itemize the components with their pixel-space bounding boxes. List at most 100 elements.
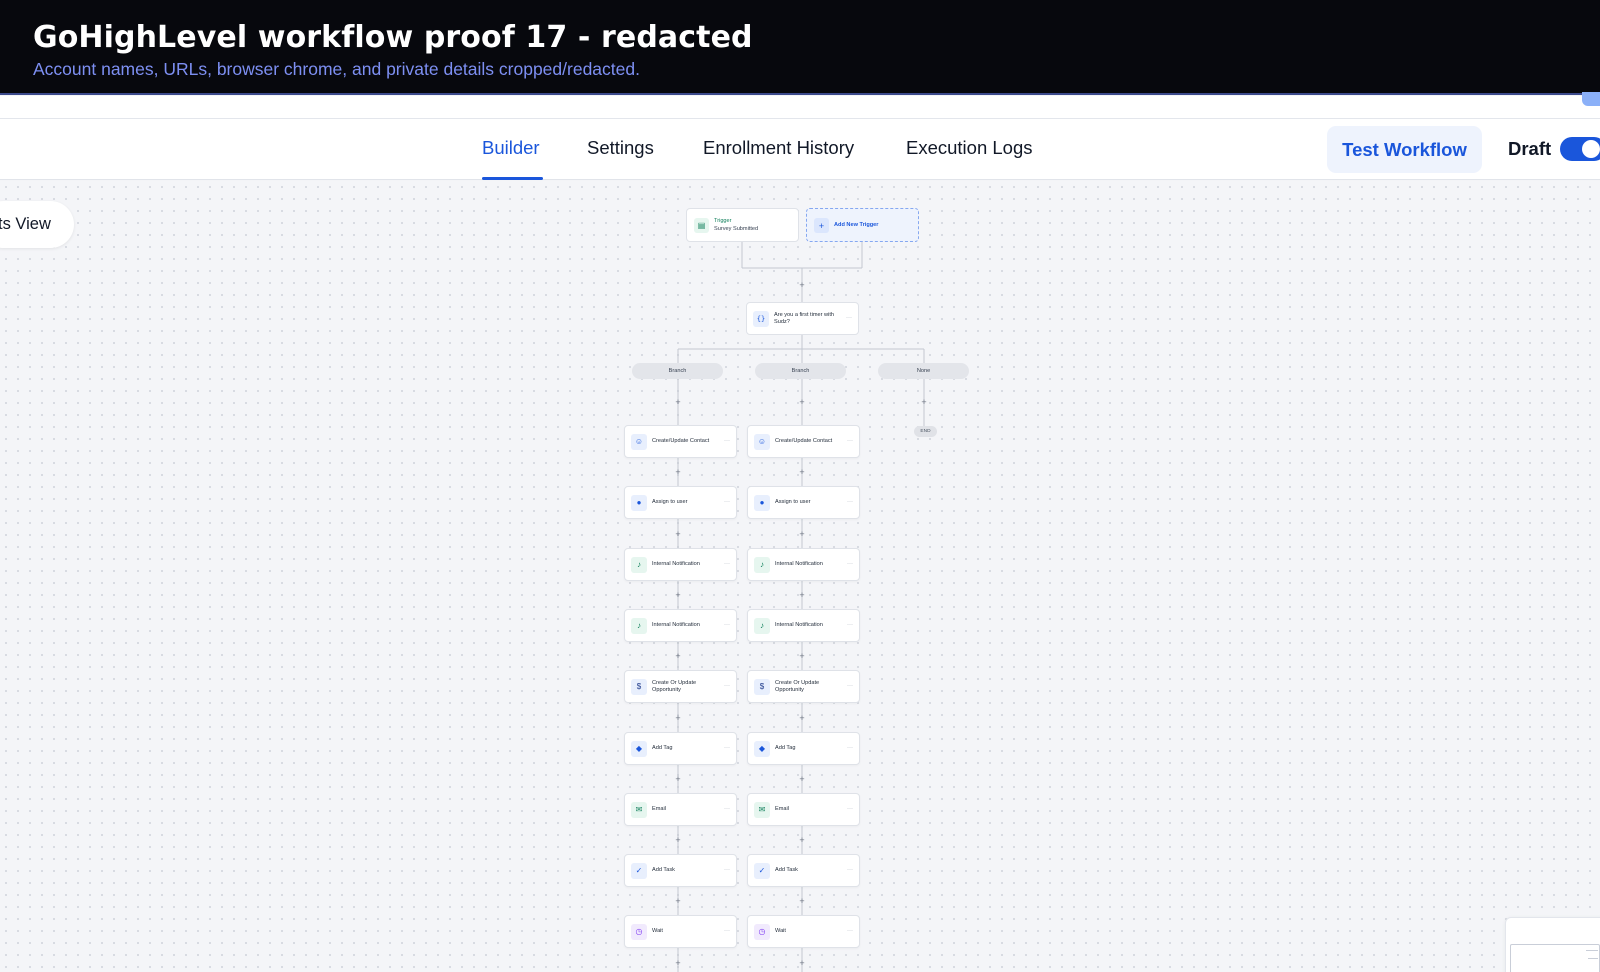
more-options-icon[interactable]: ··· <box>724 622 730 628</box>
add-step-button[interactable]: + <box>797 896 807 906</box>
add-step-button[interactable]: + <box>797 397 807 407</box>
action-node[interactable]: ◆ Add Tag ··· <box>624 732 737 765</box>
add-new-trigger-button[interactable]: + Add New Trigger <box>806 208 919 242</box>
more-options-icon[interactable]: ··· <box>847 438 853 444</box>
more-options-icon[interactable]: ··· <box>846 315 852 321</box>
action-node[interactable]: ✉ Email ··· <box>624 793 737 826</box>
add-step-button[interactable]: + <box>797 958 807 968</box>
users-icon: ☺ <box>754 434 770 450</box>
plus-icon: + <box>814 218 829 233</box>
action-node[interactable]: ◆ Add Tag ··· <box>747 732 860 765</box>
action-node[interactable]: ✓ Add Task ··· <box>624 854 737 887</box>
action-node[interactable]: ♪ Internal Notification ··· <box>747 548 860 581</box>
add-step-button[interactable]: + <box>673 397 683 407</box>
user-icon: ● <box>754 495 770 511</box>
task-check-icon: ✓ <box>631 863 647 879</box>
more-options-icon[interactable]: ··· <box>847 499 853 505</box>
action-label: Email <box>775 806 789 812</box>
action-label: Assign to user <box>775 499 811 505</box>
condition-label: Are you a first timer with Sudz? <box>774 312 834 325</box>
more-options-icon[interactable]: ··· <box>724 499 730 505</box>
add-step-button[interactable]: + <box>797 835 807 845</box>
add-step-button[interactable]: + <box>673 467 683 477</box>
add-step-button[interactable]: + <box>797 774 807 784</box>
more-options-icon[interactable]: ··· <box>724 438 730 444</box>
action-label: Add Task <box>775 867 798 873</box>
more-options-icon[interactable]: ··· <box>847 867 853 873</box>
add-step-button[interactable]: + <box>797 651 807 661</box>
more-options-icon[interactable]: ··· <box>724 683 730 689</box>
action-node[interactable]: ☺ Create/Update Contact ··· <box>624 425 737 458</box>
add-step-button[interactable]: + <box>673 651 683 661</box>
clock-icon: ◷ <box>631 924 647 940</box>
more-options-icon[interactable]: ··· <box>847 561 853 567</box>
action-node[interactable]: ● Assign to user ··· <box>624 486 737 519</box>
more-options-icon[interactable]: ··· <box>724 745 730 751</box>
action-node[interactable]: ♪ Internal Notification ··· <box>747 609 860 642</box>
add-step-button[interactable]: + <box>673 774 683 784</box>
tag-icon: ◆ <box>754 741 770 757</box>
more-options-icon[interactable]: ··· <box>724 867 730 873</box>
tag-icon: ◆ <box>631 741 647 757</box>
workflow-nav: Builder Settings Enrollment History Exec… <box>0 119 1600 180</box>
toggle-knob <box>1582 140 1600 158</box>
tab-execution-logs[interactable]: Execution Logs <box>906 137 1033 159</box>
bell-icon: ♪ <box>754 557 770 573</box>
add-step-button[interactable]: + <box>797 280 807 290</box>
minimap-line <box>1588 958 1598 959</box>
end-marker: END <box>914 426 937 437</box>
tab-settings[interactable]: Settings <box>587 137 654 159</box>
corner-button[interactable] <box>1582 92 1600 106</box>
mail-icon: ✉ <box>631 802 647 818</box>
top-strip <box>0 92 1600 119</box>
more-options-icon[interactable]: ··· <box>724 561 730 567</box>
more-options-icon[interactable]: ··· <box>847 928 853 934</box>
more-options-icon[interactable]: ··· <box>847 683 853 689</box>
action-node[interactable]: ✓ Add Task ··· <box>747 854 860 887</box>
action-node[interactable]: ♪ Internal Notification ··· <box>624 609 737 642</box>
tab-builder[interactable]: Builder <box>482 137 540 159</box>
action-node[interactable]: ☺ Create/Update Contact ··· <box>747 425 860 458</box>
add-step-button[interactable]: + <box>673 713 683 723</box>
action-label: Add Tag <box>652 745 673 751</box>
action-node[interactable]: ◷ Wait ··· <box>747 915 860 948</box>
action-node[interactable]: ✉ Email ··· <box>747 793 860 826</box>
branch-pill-2[interactable]: Branch <box>755 363 846 379</box>
view-toggle-button[interactable]: ts View <box>0 201 74 248</box>
add-step-button[interactable]: + <box>919 397 929 407</box>
action-node[interactable]: ● Assign to user ··· <box>747 486 860 519</box>
action-node[interactable]: $ Create Or Update Opportunity ··· <box>624 670 737 703</box>
more-options-icon[interactable]: ··· <box>847 806 853 812</box>
status-label: Draft <box>1508 138 1552 159</box>
more-options-icon[interactable]: ··· <box>724 806 730 812</box>
action-node[interactable]: ◷ Wait ··· <box>624 915 737 948</box>
add-step-button[interactable]: + <box>797 590 807 600</box>
action-label: Internal Notification <box>652 561 700 567</box>
add-step-button[interactable]: + <box>673 958 683 968</box>
action-label: Assign to user <box>652 499 688 505</box>
tab-enrollment-history[interactable]: Enrollment History <box>703 137 854 159</box>
condition-node[interactable]: {} Are you a first timer with Sudz? ··· <box>746 302 859 335</box>
add-step-button[interactable]: + <box>673 529 683 539</box>
more-options-icon[interactable]: ··· <box>847 622 853 628</box>
action-node[interactable]: ♪ Internal Notification ··· <box>624 548 737 581</box>
bell-icon: ♪ <box>631 557 647 573</box>
add-step-button[interactable]: + <box>673 590 683 600</box>
branch-pill-none[interactable]: None <box>878 363 969 379</box>
add-step-button[interactable]: + <box>797 713 807 723</box>
test-workflow-button[interactable]: Test Workflow <box>1327 126 1482 173</box>
trigger-label: Trigger <box>714 218 732 224</box>
add-step-button[interactable]: + <box>797 529 807 539</box>
banner-subtitle: Account names, URLs, browser chrome, and… <box>33 59 640 79</box>
more-options-icon[interactable]: ··· <box>724 928 730 934</box>
add-step-button[interactable]: + <box>797 467 807 477</box>
minimap[interactable] <box>1505 917 1600 972</box>
trigger-node[interactable]: ▤ Trigger Survey Submitted <box>686 208 799 242</box>
branch-pill-1[interactable]: Branch <box>632 363 723 379</box>
action-node[interactable]: $ Create Or Update Opportunity ··· <box>747 670 860 703</box>
mail-icon: ✉ <box>754 802 770 818</box>
publish-toggle[interactable] <box>1560 137 1600 161</box>
add-step-button[interactable]: + <box>673 896 683 906</box>
more-options-icon[interactable]: ··· <box>847 745 853 751</box>
add-step-button[interactable]: + <box>673 835 683 845</box>
